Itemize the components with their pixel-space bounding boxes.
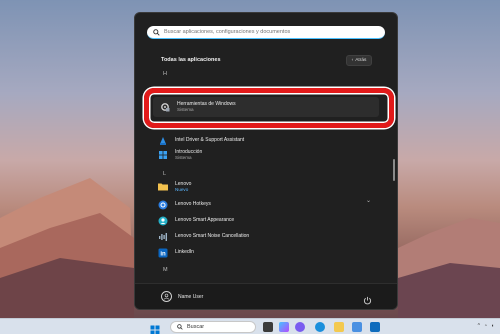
all-apps-title: Todas las aplicaciones: [161, 57, 221, 63]
taskbar: Buscar ^ ◔ ◖: [0, 318, 500, 334]
svg-text:in: in: [160, 251, 166, 257]
group-letter-l[interactable]: L: [163, 171, 166, 177]
start-menu: Todas las aplicaciones ‹ Atrás H Herrami…: [134, 12, 398, 310]
lenovo-hotkeys-icon: [157, 199, 168, 210]
scrollbar-thumb[interactable]: [393, 159, 395, 181]
system-tray[interactable]: ^ ◔ ◖: [478, 323, 494, 329]
chevron-up-icon[interactable]: ^: [478, 323, 480, 329]
power-icon[interactable]: [363, 292, 372, 305]
start-search-box[interactable]: [147, 26, 385, 39]
user-avatar-icon: [161, 291, 172, 302]
app-introduccion[interactable]: Introducción Sistema: [157, 149, 377, 161]
search-icon: [153, 28, 160, 36]
taskbar-search[interactable]: Buscar: [170, 321, 256, 333]
app-intel-driver[interactable]: Intel Driver & Support Assistant: [157, 135, 377, 146]
edge-icon[interactable]: [315, 322, 325, 332]
search-input[interactable]: [164, 27, 385, 37]
linkedin-icon: in: [157, 247, 168, 258]
intel-icon: [157, 135, 168, 146]
task-view-icon[interactable]: [263, 322, 273, 332]
new-badge: Nuevo: [175, 187, 189, 193]
app-name: Lenovo Smart Noise Cancellation: [175, 233, 250, 240]
back-button-label: Atrás: [355, 58, 367, 63]
app-lenovo-smart-appearance[interactable]: Lenovo Smart Appearance: [157, 215, 377, 226]
get-started-icon: [157, 149, 168, 160]
app-linkedin[interactable]: in LinkedIn: [157, 247, 377, 258]
app-lenovo-hotkeys[interactable]: Lenovo Hotkeys: [157, 199, 377, 210]
app-lenovo-folder[interactable]: Lenovo Nuevo: [157, 181, 377, 193]
taskbar-search-label: Buscar: [187, 324, 205, 330]
group-letter-h[interactable]: H: [163, 71, 167, 77]
folder-icon: [157, 181, 168, 192]
windows-start-icon[interactable]: [150, 322, 160, 334]
user-name: Name User: [178, 293, 204, 300]
chevron-left-icon: ‹: [351, 58, 354, 63]
store-icon[interactable]: [352, 322, 362, 332]
copilot-icon[interactable]: [279, 322, 289, 332]
volume-icon[interactable]: ◖: [491, 323, 494, 329]
app-lenovo-smart-noise-cancellation[interactable]: Lenovo Smart Noise Cancellation: [157, 231, 377, 242]
group-letter-m[interactable]: M: [163, 267, 168, 273]
app-name: LinkedIn: [175, 249, 194, 256]
app-name: Lenovo Smart Appearance: [175, 217, 235, 224]
user-account-button[interactable]: Name User: [161, 291, 203, 302]
app-subtitle: Sistema: [175, 155, 192, 161]
highlight-annotation: [144, 88, 394, 128]
search-icon: [177, 324, 183, 330]
smart-appearance-icon: [157, 215, 168, 226]
teams-icon[interactable]: [295, 322, 305, 332]
noise-cancellation-icon: [157, 231, 168, 242]
file-explorer-icon[interactable]: [334, 322, 344, 332]
app-name: Intel Driver & Support Assistant: [175, 137, 245, 144]
back-button[interactable]: ‹ Atrás: [346, 55, 372, 66]
app-name: Lenovo Hotkeys: [175, 201, 211, 208]
wifi-icon[interactable]: ◔: [484, 323, 487, 329]
start-footer: Name User: [135, 283, 397, 309]
mail-icon[interactable]: [370, 322, 380, 332]
